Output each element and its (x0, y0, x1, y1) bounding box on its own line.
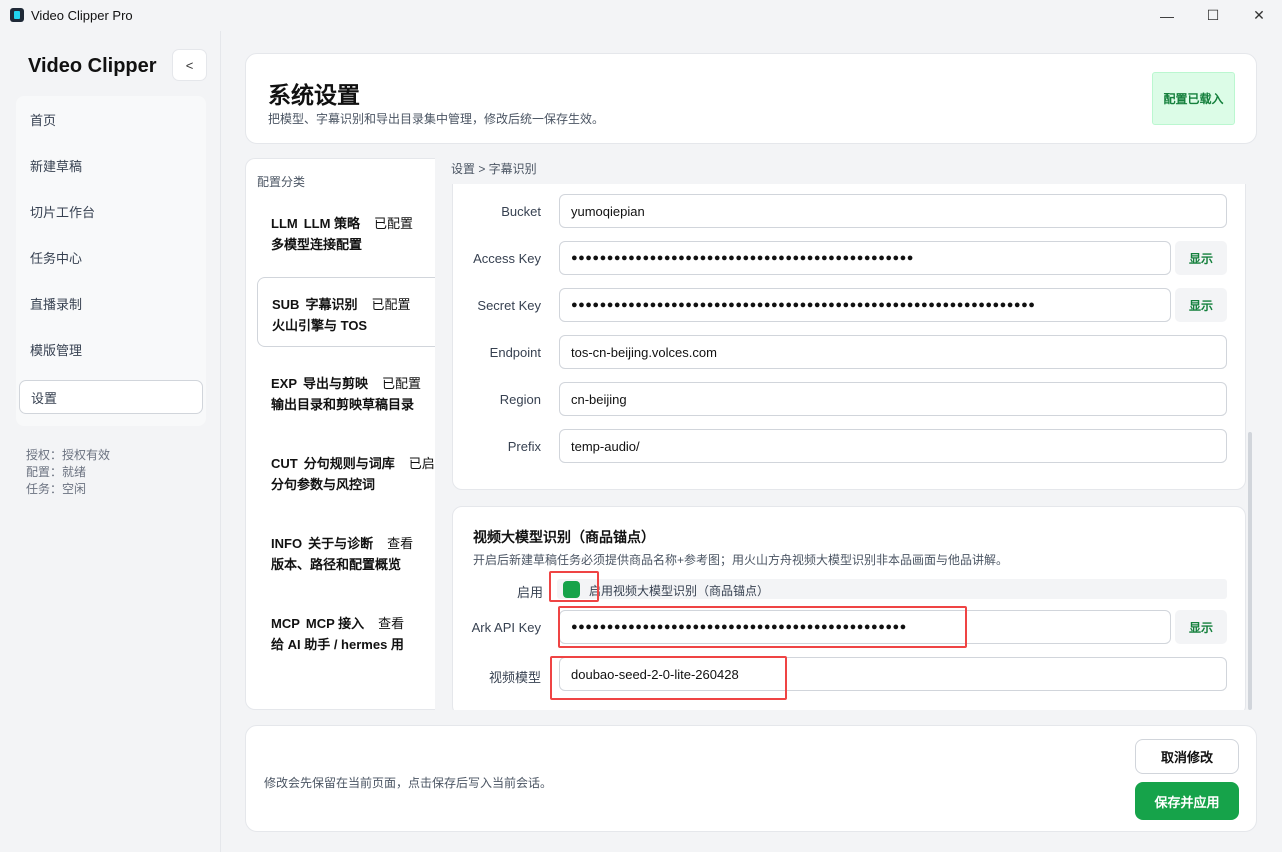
category-code: MCP (271, 616, 300, 631)
enable-checkbox-text[interactable]: 启用视频大模型识别（商品锚点） (589, 582, 769, 599)
cancel-changes-button[interactable]: 取消修改 (1135, 739, 1239, 774)
prefix-label: Prefix (507, 439, 541, 454)
ark-key-show-button[interactable]: 显示 (1175, 610, 1227, 644)
config-loaded-badge: 配置已载入 (1152, 72, 1235, 125)
category-item-sub[interactable]: SUB 字幕识别 已配置 火山引擎与 TOS (257, 277, 435, 347)
sidebar-item-clip-workbench[interactable]: 切片工作台 (19, 194, 203, 228)
breadcrumb: 设置 > 字幕识别 (451, 162, 537, 176)
category-item-cut[interactable]: CUT 分句规则与词库 已启 分句参数与风控词 (257, 437, 435, 507)
category-desc: 多模型连接配置 (271, 237, 363, 252)
category-item-llm[interactable]: LLM LLM 策略 已配置 多模型连接配置 (257, 197, 435, 267)
category-desc: 分句参数与风控词 (271, 477, 376, 492)
task-status: 任务：空闲 (26, 482, 87, 496)
category-code: EXP (271, 376, 298, 391)
save-apply-button[interactable]: 保存并应用 (1135, 782, 1239, 820)
video-model-title: 视频大模型识别（商品锚点） (473, 529, 655, 545)
secret-key-input[interactable]: ●●●●●●●●●●●●●●●●●●●●●●●●●●●●●●●●●●●●●●●●… (559, 288, 1171, 322)
category-status: 已配置 (382, 376, 422, 391)
endpoint-label: Endpoint (489, 345, 541, 360)
category-status: 查看 (378, 616, 405, 631)
enable-checkbox[interactable] (563, 581, 580, 598)
sidebar-item-templates[interactable]: 模版管理 (19, 332, 203, 366)
category-status: 已配置 (371, 297, 411, 312)
enable-label: 启用 (517, 585, 544, 600)
category-code: INFO (271, 536, 303, 551)
tos-settings-card: Bucket yumoqiepian Access Key ●●●●●●●●●●… (452, 184, 1246, 490)
category-desc: 输出目录和剪映草稿目录 (271, 397, 415, 412)
bucket-row: Bucket yumoqiepian (453, 194, 1247, 228)
category-item-mcp[interactable]: MCP MCP 接入 查看 给 AI 助手 / hermes 用 (257, 597, 435, 667)
video-model-card: 视频大模型识别（商品锚点） 开启后新建草稿任务必须提供商品名称+参考图；用火山方… (452, 506, 1246, 710)
region-input[interactable]: cn-beijing (559, 382, 1227, 416)
header-card: 系统设置 把模型、字幕识别和导出目录集中管理，修改后统一保存生效。 配置已载入 (245, 53, 1257, 144)
video-model-desc: 开启后新建草稿任务必须提供商品名称+参考图；用火山方舟视频大模型识别非本品画面与… (473, 553, 1009, 567)
endpoint-input[interactable]: tos-cn-beijing.volces.com (559, 335, 1227, 369)
page-title: 系统设置 (268, 82, 360, 108)
minimize-button[interactable]: — (1144, 0, 1190, 31)
category-panel: 配置分类 LLM LLM 策略 已配置 多模型连接配置 SUB 字幕识别 已配置 火山引… (245, 158, 435, 710)
category-name: MCP 接入 (305, 616, 365, 631)
prefix-input[interactable]: temp-audio/ (559, 429, 1227, 463)
secret-key-show-button[interactable]: 显示 (1175, 288, 1227, 322)
sidebar-nav: 首页 新建草稿 切片工作台 任务中心 直播录制 模版管理 设置 (16, 96, 206, 426)
region-row: Region cn-beijing (453, 382, 1247, 416)
category-desc: 给 AI 助手 / hermes 用 (271, 637, 404, 652)
sidebar-item-new-draft[interactable]: 新建草稿 (19, 148, 203, 182)
category-item-info[interactable]: INFO 关于与诊断 查看 版本、路径和配置概览 (257, 517, 435, 587)
maximize-button[interactable]: ☐ (1190, 0, 1236, 31)
category-name: 分句规则与词库 (303, 456, 395, 471)
sidebar-status: 授权：授权有效 配置：就绪 任务：空闲 (26, 447, 110, 498)
access-key-show-button[interactable]: 显示 (1175, 241, 1227, 275)
sidebar-item-live-recording[interactable]: 直播录制 (19, 286, 203, 320)
secret-key-label: Secret Key (477, 298, 541, 313)
brand-title: Video Clipper (28, 55, 157, 77)
footer-note: 修改会先保留在当前页面，点击保存后写入当前会话。 (264, 776, 553, 790)
category-item-exp[interactable]: EXP 导出与剪映 已配置 输出目录和剪映草稿目录 (257, 357, 435, 427)
category-code: SUB (272, 297, 300, 312)
bucket-label: Bucket (501, 204, 541, 219)
category-status: 查看 (387, 536, 414, 551)
ark-key-label: Ark API Key (471, 620, 541, 635)
video-model-input[interactable]: doubao-seed-2-0-lite-260428 (559, 657, 1227, 691)
category-code: CUT (271, 456, 298, 471)
footer-card: 修改会先保留在当前页面，点击保存后写入当前会话。 取消修改 保存并应用 (245, 725, 1257, 832)
access-key-label: Access Key (473, 251, 541, 266)
category-desc: 版本、路径和配置概览 (271, 557, 402, 572)
endpoint-row: Endpoint tos-cn-beijing.volces.com (453, 335, 1247, 369)
category-panel-label: 配置分类 (257, 175, 306, 189)
sidebar-item-home[interactable]: 首页 (19, 102, 203, 136)
category-status: 已配置 (374, 216, 414, 231)
content-scrollbar[interactable] (1248, 432, 1252, 710)
close-button[interactable]: ✕ (1236, 0, 1282, 31)
sidebar: Video Clipper < 首页 新建草稿 切片工作台 任务中心 直播录制 … (0, 31, 221, 852)
app-icon (10, 8, 24, 22)
enable-row: 启用 启用视频大模型识别（商品锚点） (453, 579, 1227, 600)
access-key-row: Access Key ●●●●●●●●●●●●●●●●●●●●●●●●●●●●●… (453, 241, 1247, 275)
page-subtitle: 把模型、字幕识别和导出目录集中管理，修改后统一保存生效。 (268, 112, 605, 126)
config-status: 配置：就绪 (26, 465, 87, 479)
region-label: Region (499, 392, 541, 407)
window-title: Video Clipper Pro (31, 8, 133, 23)
title-bar: Video Clipper Pro — ☐ ✕ (0, 0, 1282, 31)
secret-key-row: Secret Key ●●●●●●●●●●●●●●●●●●●●●●●●●●●●●… (453, 288, 1247, 322)
category-code: LLM (271, 216, 298, 231)
category-name: 字幕识别 (305, 297, 358, 312)
category-name: 关于与诊断 (308, 536, 374, 551)
ark-key-input[interactable]: ●●●●●●●●●●●●●●●●●●●●●●●●●●●●●●●●●●●●●●●●… (559, 610, 1171, 644)
license-status: 授权：授权有效 (26, 448, 111, 462)
video-model-label: 视频模型 (488, 670, 541, 685)
ark-key-row: Ark API Key ●●●●●●●●●●●●●●●●●●●●●●●●●●●●… (453, 610, 1247, 644)
category-status: 已启 (408, 456, 435, 471)
sidebar-item-settings[interactable]: 设置 (19, 380, 203, 414)
category-name: LLM 策略 (303, 216, 361, 231)
settings-content: Bucket yumoqiepian Access Key ●●●●●●●●●●… (436, 184, 1257, 710)
prefix-row: Prefix temp-audio/ (453, 429, 1247, 463)
sidebar-item-task-center[interactable]: 任务中心 (19, 240, 203, 274)
category-desc: 火山引擎与 TOS (272, 318, 368, 333)
collapse-sidebar-button[interactable]: < (172, 49, 207, 81)
video-model-row: 视频模型 doubao-seed-2-0-lite-260428 (453, 657, 1247, 691)
access-key-input[interactable]: ●●●●●●●●●●●●●●●●●●●●●●●●●●●●●●●●●●●●●●●●… (559, 241, 1171, 275)
bucket-input[interactable]: yumoqiepian (559, 194, 1227, 228)
category-name: 导出与剪映 (303, 376, 369, 391)
